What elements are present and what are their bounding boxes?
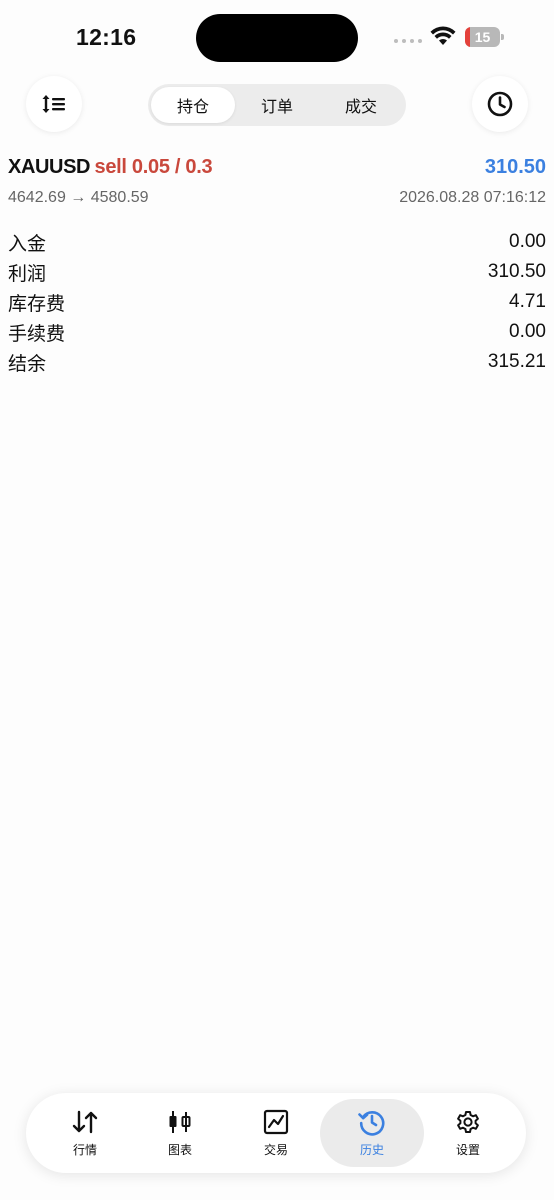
status-time: 12:16 xyxy=(76,24,137,50)
tab-history[interactable]: 历史 xyxy=(320,1099,424,1167)
tab-quotes[interactable]: 行情 xyxy=(33,1099,137,1167)
wifi-icon xyxy=(430,26,456,45)
history-icon xyxy=(358,1111,385,1136)
tab-chart[interactable]: 图表 xyxy=(128,1099,232,1167)
status-bar: 12:16 15 xyxy=(0,0,554,76)
segment-orders[interactable]: 订单 xyxy=(235,87,319,123)
history-period-button[interactable] xyxy=(472,76,528,132)
detail-label: 库存费 xyxy=(8,293,66,315)
detail-value: 0.00 xyxy=(509,321,546,342)
detail-value: 0.00 xyxy=(509,231,546,252)
tab-label: 交易 xyxy=(263,1143,288,1157)
position-timestamp: 2026.08.28 07:16:12 xyxy=(399,189,546,206)
detail-profit: 利润 310.50 xyxy=(8,257,546,287)
segment-positions[interactable]: 持仓 xyxy=(151,87,235,123)
position-side-volume: sell 0.05 / 0.3 xyxy=(94,156,213,178)
tab-label: 设置 xyxy=(455,1143,480,1157)
position-row[interactable]: XAUUSD sell 0.05 / 0.3 310.50 xyxy=(8,156,546,182)
chart-icon xyxy=(169,1111,191,1133)
position-prices-row: 4642.69 → 4580.59 2026.08.28 07:16:12 xyxy=(8,189,546,209)
detail-label: 入金 xyxy=(8,233,47,255)
tab-trade[interactable]: 交易 xyxy=(224,1099,328,1167)
quotes-icon xyxy=(72,1110,98,1134)
battery-level: 15 xyxy=(474,29,491,45)
battery-icon: 15 xyxy=(465,27,504,47)
tab-label: 行情 xyxy=(72,1143,97,1157)
detail-label: 手续费 xyxy=(8,323,66,345)
view-segmented-control: 持仓 订单 成交 xyxy=(148,84,406,126)
detail-value: 4.71 xyxy=(509,291,546,312)
sort-icon xyxy=(42,95,65,113)
position-profit: 310.50 xyxy=(484,156,546,178)
segment-deals[interactable]: 成交 xyxy=(319,87,403,123)
clock-icon xyxy=(487,91,513,117)
detail-value: 310.50 xyxy=(487,261,546,282)
trade-icon xyxy=(263,1109,289,1135)
detail-label: 利润 xyxy=(8,263,47,285)
detail-commission: 手续费 0.00 xyxy=(8,317,546,347)
segment-label: 订单 xyxy=(260,99,293,116)
tab-label: 图表 xyxy=(167,1143,192,1157)
detail-label: 结余 xyxy=(8,353,47,375)
detail-deposit: 入金 0.00 xyxy=(8,227,546,257)
settings-icon xyxy=(457,1111,479,1133)
tab-label: 历史 xyxy=(359,1143,384,1157)
detail-value: 315.21 xyxy=(487,351,546,372)
position-symbol: XAUUSD xyxy=(8,156,91,178)
segment-label: 成交 xyxy=(344,99,377,116)
detail-balance: 结余 315.21 xyxy=(8,347,546,377)
tab-settings[interactable]: 设置 xyxy=(416,1099,520,1167)
position-price-change: 4642.69 → 4580.59 xyxy=(8,189,149,206)
summary-details: 入金 0.00 利润 310.50 库存费 4.71 手续费 0.00 结余 3… xyxy=(8,227,546,377)
sort-button[interactable] xyxy=(26,76,82,132)
cellular-signal-icon xyxy=(394,39,422,43)
segment-label: 持仓 xyxy=(176,99,209,116)
bottom-tab-bar: 行情 图表 交易 历史 设置 xyxy=(26,1093,526,1173)
dynamic-island xyxy=(196,14,358,62)
detail-swap: 库存费 4.71 xyxy=(8,287,546,317)
